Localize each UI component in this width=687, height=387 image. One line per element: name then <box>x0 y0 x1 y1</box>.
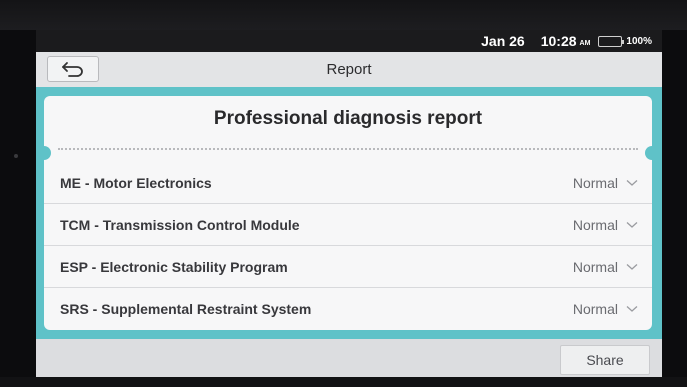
share-button[interactable]: Share <box>560 345 650 375</box>
system-row-me[interactable]: ME - Motor Electronics Normal <box>44 162 652 204</box>
system-status: Normal <box>572 216 618 233</box>
system-status: Normal <box>572 258 618 275</box>
system-list: ME - Motor Electronics Normal TCM - Tran… <box>44 162 652 330</box>
chevron-down-icon[interactable] <box>626 221 638 229</box>
chevron-down-icon[interactable] <box>626 263 638 271</box>
system-name: ME - Motor Electronics <box>60 174 212 191</box>
card-notch-left <box>44 146 51 160</box>
status-date: Jan 26 <box>481 33 525 49</box>
card-notch-right <box>645 146 652 160</box>
device-screen: Jan 26 10:28 AM 100% Report Professional… <box>36 30 662 377</box>
action-bar: Share <box>36 339 662 377</box>
chevron-down-icon[interactable] <box>626 179 638 187</box>
back-button[interactable] <box>47 56 99 82</box>
system-status: Normal <box>572 301 618 317</box>
status-ampm: AM <box>579 40 591 47</box>
device-bezel-top <box>0 0 687 30</box>
battery-icon <box>598 35 625 47</box>
system-status: Normal <box>572 174 618 191</box>
system-row-tcm[interactable]: TCM - Transmission Control Module Normal <box>44 204 652 246</box>
report-title: Professional diagnosis report <box>213 108 483 129</box>
system-row-esp[interactable]: ESP - Electronic Stability Program Norma… <box>44 246 652 288</box>
back-arrow-icon <box>62 62 83 77</box>
device-camera-dot <box>14 154 18 158</box>
dotted-divider <box>58 148 638 150</box>
system-row-srs[interactable]: SRS - Supplemental Restraint System Norm… <box>44 288 652 330</box>
status-time: 10:28 <box>540 33 577 49</box>
system-name: ESP - Electronic Stability Program <box>60 258 288 275</box>
system-name: SRS - Supplemental Restraint System <box>60 301 312 317</box>
device-bezel-bottom <box>0 377 687 387</box>
title-bar: Report <box>36 52 662 88</box>
battery-percent: 100% <box>626 35 652 47</box>
system-name: TCM - Transmission Control Module <box>60 216 300 233</box>
status-bar: Jan 26 10:28 AM 100% <box>36 30 662 52</box>
report-card: Professional diagnosis report ME - Motor… <box>44 96 652 330</box>
page-title: Report <box>326 61 372 78</box>
report-frame: Professional diagnosis report ME - Motor… <box>36 87 662 339</box>
chevron-down-icon[interactable] <box>626 305 638 313</box>
